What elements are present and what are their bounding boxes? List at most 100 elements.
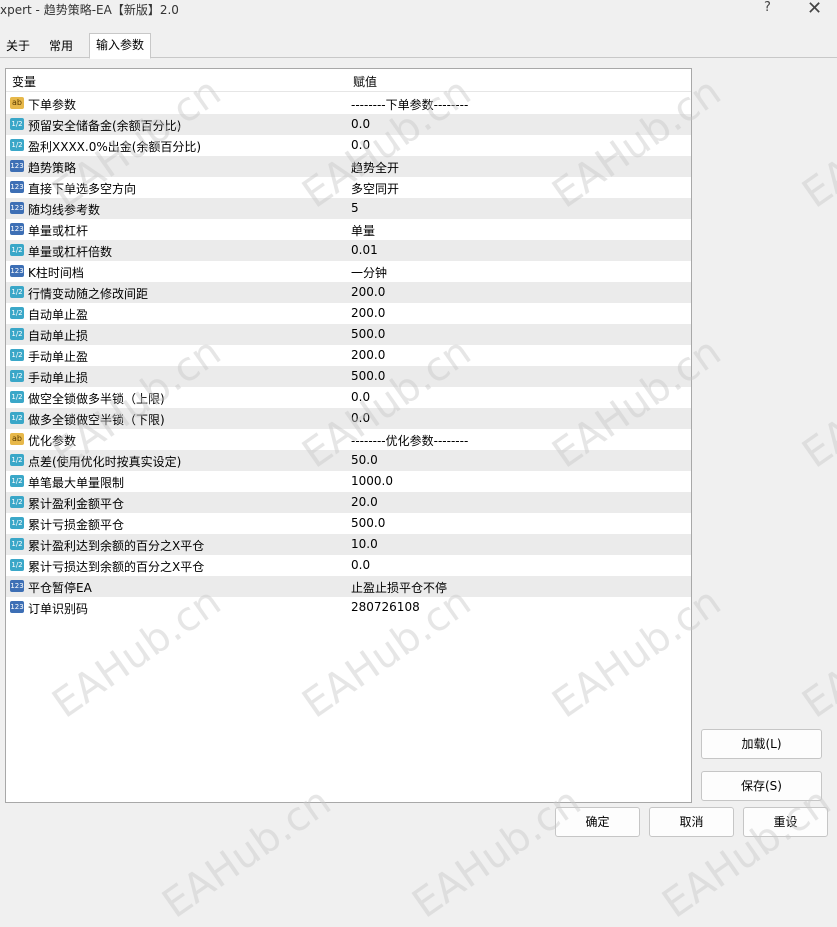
close-icon[interactable]: ✕	[807, 0, 822, 19]
parameter-row[interactable]: 1/2 自动单止盈 200.0	[6, 303, 691, 325]
parameter-value[interactable]: 500.0	[351, 327, 385, 341]
parameter-name: 自动单止损	[28, 329, 89, 343]
parameter-row[interactable]: 1/2 行情变动随之修改间距 200.0	[6, 282, 691, 304]
double-type-icon: 1/2	[10, 286, 24, 298]
integer-type-icon: 123	[10, 160, 24, 172]
parameter-name: 订单识别码	[28, 602, 89, 616]
parameter-row[interactable]: 1/2 做多全锁做空半锁（下限) 0.0	[6, 408, 691, 430]
column-header-value[interactable]: 赋值	[353, 73, 377, 90]
parameter-name: 优化参数	[28, 434, 77, 448]
double-type-icon: 1/2	[10, 139, 24, 151]
parameter-value[interactable]: 20.0	[351, 495, 378, 509]
parameter-row[interactable]: 123 直接下单选多空方向 多空同开	[6, 177, 691, 199]
parameter-value[interactable]: 500.0	[351, 516, 385, 530]
parameter-value[interactable]: 0.0	[351, 117, 370, 131]
cancel-button[interactable]: 取消	[649, 807, 734, 837]
parameter-row[interactable]: 123 K柱时间档 一分钟	[6, 261, 691, 283]
double-type-icon: 1/2	[10, 370, 24, 382]
parameter-row[interactable]: 123 趋势策略 趋势全开	[6, 156, 691, 178]
parameter-value[interactable]: 止盈止损平仓不停	[351, 579, 447, 596]
double-type-icon: 1/2	[10, 244, 24, 256]
parameter-name: K柱时间档	[28, 266, 84, 280]
parameter-value[interactable]: --------优化参数--------	[351, 432, 468, 449]
parameter-row[interactable]: 1/2 盈利XXXX.0%出金(余额百分比) 0.0	[6, 135, 691, 157]
parameter-value[interactable]: 1000.0	[351, 474, 393, 488]
double-type-icon: 1/2	[10, 307, 24, 319]
watermark: EAHub.cn	[794, 578, 837, 728]
parameter-value[interactable]: 多空同开	[351, 180, 399, 197]
tab-bar: 关于 常用 输入参数	[0, 33, 837, 59]
parameter-value[interactable]: 280726108	[351, 600, 420, 614]
parameter-name: 累计亏损达到余额的百分之X平仓	[28, 560, 205, 574]
parameter-value[interactable]: 0.0	[351, 390, 370, 404]
parameter-row[interactable]: 1/2 累计亏损金额平仓 500.0	[6, 513, 691, 535]
parameter-row[interactable]: 123 随均线参考数 5	[6, 198, 691, 220]
parameter-row[interactable]: 1/2 累计盈利达到余额的百分之X平仓 10.0	[6, 534, 691, 556]
parameter-row[interactable]: 1/2 做空全锁做多半锁（上限) 0.0	[6, 387, 691, 409]
parameter-row[interactable]: 123 单量或杠杆 单量	[6, 219, 691, 241]
parameter-row[interactable]: 1/2 预留安全储备金(余额百分比) 0.0	[6, 114, 691, 136]
tab-about[interactable]: 关于	[0, 35, 36, 57]
parameter-row[interactable]: 123 平仓暂停EA 止盈止损平仓不停	[6, 576, 691, 598]
parameter-row[interactable]: 123 订单识别码 280726108	[6, 597, 691, 619]
double-type-icon: 1/2	[10, 559, 24, 571]
parameter-value[interactable]: 0.0	[351, 138, 370, 152]
parameter-value[interactable]: 200.0	[351, 285, 385, 299]
parameter-row[interactable]: 1/2 累计亏损达到余额的百分之X平仓 0.0	[6, 555, 691, 577]
parameter-row[interactable]: 1/2 手动单止损 500.0	[6, 366, 691, 388]
parameter-name: 手动单止损	[28, 371, 89, 385]
parameter-value[interactable]: 0.01	[351, 243, 378, 257]
parameter-row[interactable]: ab 下单参数 --------下单参数--------	[6, 93, 691, 115]
tab-inputs[interactable]: 输入参数	[89, 33, 152, 59]
tab-common[interactable]: 常用	[43, 35, 79, 57]
reset-button[interactable]: 重设	[743, 807, 828, 837]
double-type-icon: 1/2	[10, 391, 24, 403]
integer-type-icon: 123	[10, 265, 24, 277]
parameter-name: 平仓暂停EA	[28, 581, 92, 595]
parameter-value[interactable]: 0.0	[351, 558, 370, 572]
parameter-name: 随均线参考数	[28, 203, 101, 217]
parameter-value[interactable]: 200.0	[351, 306, 385, 320]
parameter-name: 自动单止盈	[28, 308, 89, 322]
parameter-value[interactable]: 10.0	[351, 537, 378, 551]
parameter-value[interactable]: 趋势全开	[351, 159, 399, 176]
double-type-icon: 1/2	[10, 517, 24, 529]
parameter-value[interactable]: 50.0	[351, 453, 378, 467]
parameter-name: 单笔最大单量限制	[28, 476, 125, 490]
parameter-row[interactable]: 1/2 单量或杠杆倍数 0.01	[6, 240, 691, 262]
parameter-row[interactable]: 1/2 自动单止损 500.0	[6, 324, 691, 346]
help-icon[interactable]: ?	[764, 0, 771, 15]
parameter-row[interactable]: ab 优化参数 --------优化参数--------	[6, 429, 691, 451]
double-type-icon: 1/2	[10, 412, 24, 424]
parameter-value[interactable]: 0.0	[351, 411, 370, 425]
ok-button[interactable]: 确定	[555, 807, 640, 837]
parameter-value[interactable]: 单量	[351, 222, 375, 239]
integer-type-icon: 123	[10, 181, 24, 193]
integer-type-icon: 123	[10, 580, 24, 592]
window-title: xpert - 趋势策略-EA【新版】2.0	[0, 3, 179, 17]
parameter-row[interactable]: 1/2 点差(使用优化时按真实设定) 50.0	[6, 450, 691, 472]
parameter-row[interactable]: 1/2 单笔最大单量限制 1000.0	[6, 471, 691, 493]
double-type-icon: 1/2	[10, 454, 24, 466]
parameter-value[interactable]: --------下单参数--------	[351, 96, 468, 113]
save-button[interactable]: 保存(S)	[701, 771, 822, 801]
integer-type-icon: 123	[10, 202, 24, 214]
parameter-value[interactable]: 200.0	[351, 348, 385, 362]
title-bar: xpert - 趋势策略-EA【新版】2.0 ? ✕	[0, 0, 837, 22]
parameter-value[interactable]: 5	[351, 201, 359, 215]
parameter-row[interactable]: 1/2 累计盈利金额平仓 20.0	[6, 492, 691, 514]
parameter-name: 行情变动随之修改间距	[28, 287, 149, 301]
watermark: EAHub.cn	[794, 328, 837, 478]
parameter-value[interactable]: 500.0	[351, 369, 385, 383]
parameter-name: 预留安全储备金(余额百分比)	[28, 119, 182, 133]
grid-header: 变量 赋值	[6, 69, 691, 92]
double-type-icon: 1/2	[10, 349, 24, 361]
parameter-value[interactable]: 一分钟	[351, 264, 387, 281]
integer-type-icon: 123	[10, 223, 24, 235]
load-button[interactable]: 加载(L)	[701, 729, 822, 759]
parameter-name: 做多全锁做空半锁（下限)	[28, 413, 165, 427]
column-header-variable[interactable]: 变量	[12, 73, 36, 90]
parameter-row[interactable]: 1/2 手动单止盈 200.0	[6, 345, 691, 367]
parameter-name: 手动单止盈	[28, 350, 89, 364]
parameter-name: 做空全锁做多半锁（上限)	[28, 392, 165, 406]
